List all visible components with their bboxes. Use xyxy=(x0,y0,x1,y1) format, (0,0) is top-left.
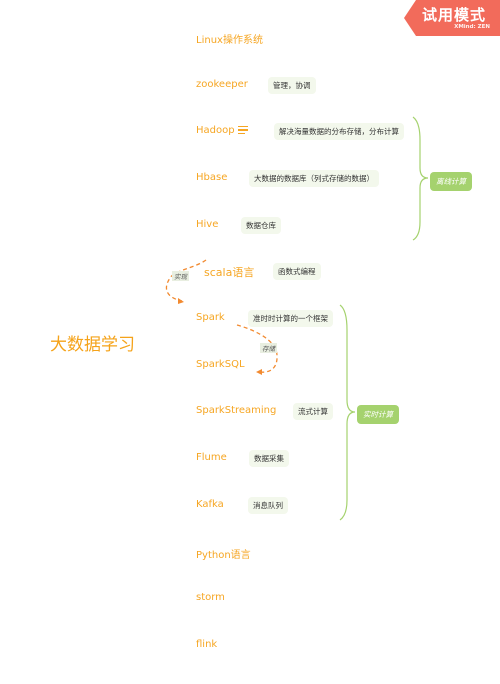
connectors-layer xyxy=(165,116,429,521)
relationship-arrow-storage xyxy=(256,369,262,375)
summary-bracket-realtime xyxy=(339,304,356,521)
relationship-arrow-implement xyxy=(178,298,184,304)
summary-realtime-computing[interactable]: 实时计算 xyxy=(357,405,399,424)
summary-bracket-offline xyxy=(412,116,429,241)
relationship-label-implement[interactable]: 实现 xyxy=(172,271,189,281)
summary-offline-computing[interactable]: 离线计算 xyxy=(430,172,472,191)
relationship-label-storage[interactable]: 存储 xyxy=(260,343,277,353)
